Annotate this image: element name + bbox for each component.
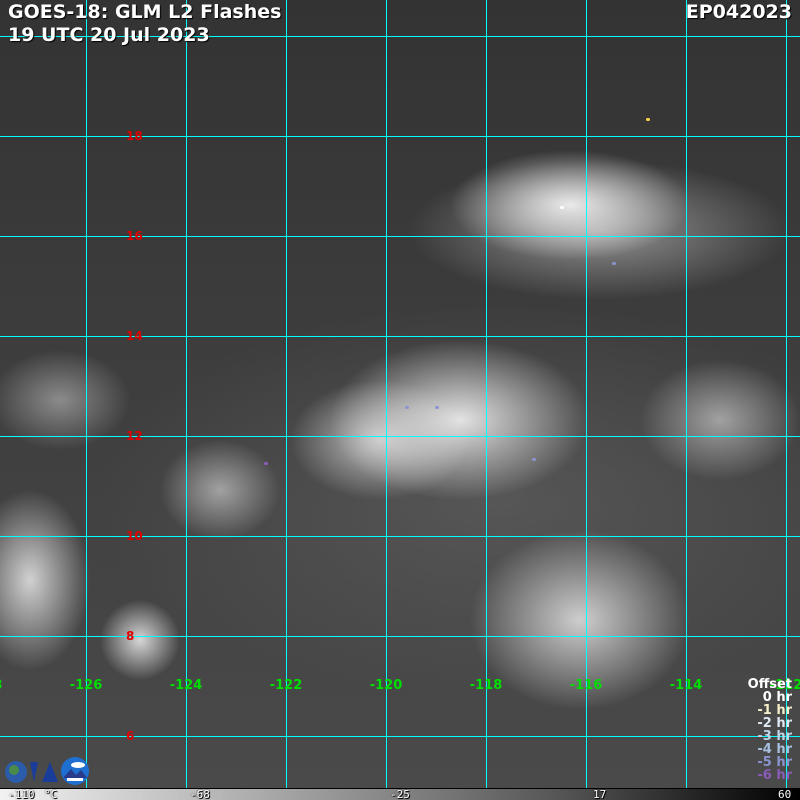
cira-logo (5, 761, 58, 783)
temperature-colorbar: -110 °C -68 -25 17 60 (0, 788, 800, 800)
flash-marker (405, 406, 409, 409)
longitude-label: -120 (369, 678, 403, 693)
flash-marker (612, 262, 616, 265)
longitude-label: -128 (0, 678, 2, 693)
colorbar-tick: 17 (593, 788, 607, 800)
longitude-label: -116 (569, 678, 603, 693)
product-title: GOES-18: GLM L2 Flashes (8, 1, 282, 23)
flash-marker (560, 206, 564, 209)
longitude-label: -118 (469, 678, 503, 693)
latitude-line (0, 736, 800, 737)
longitude-line (86, 0, 87, 788)
latitude-label: 14 (126, 329, 143, 343)
latitude-label: 8 (126, 629, 135, 643)
colorbar-tick: 60 (778, 788, 792, 800)
rammb-logo (61, 757, 89, 785)
longitude-label: -126 (69, 678, 103, 693)
latitude-label: 12 (126, 429, 143, 443)
latitude-label: 6 (126, 729, 135, 743)
flash-marker (532, 458, 536, 461)
longitude-label: -124 (169, 678, 203, 693)
colorbar-unit: °C (44, 788, 58, 800)
latitude-line (0, 536, 800, 537)
latitude-line (0, 136, 800, 137)
date-time: 19 UTC 20 Jul 2023 (8, 24, 210, 46)
legend-item: -6 hr (757, 768, 792, 783)
latitude-label: 16 (126, 229, 143, 243)
latitude-label: 10 (126, 529, 143, 543)
logos (4, 756, 90, 786)
longitude-line (186, 0, 187, 788)
latitude-line (0, 436, 800, 437)
longitude-line (786, 0, 787, 788)
colorbar-tick: -68 (190, 788, 210, 800)
longitude-line (486, 0, 487, 788)
latitude-line (0, 336, 800, 337)
storm-id: EP042023 (685, 1, 792, 23)
flash-marker (435, 406, 439, 409)
offset-legend: Offset 0 hr -1 hr -2 hr -3 hr -4 hr -5 hr -6 h… (748, 678, 792, 782)
longitude-label: -114 (669, 678, 703, 693)
longitude-line (586, 0, 587, 788)
longitude-line (386, 0, 387, 788)
flash-marker (646, 118, 650, 121)
flash-marker (264, 462, 268, 465)
satellite-map: 18 16 14 12 10 8 6 -128 -126 -124 -122 -120 -118 -116… (0, 0, 800, 800)
colorbar-tick: -110 (8, 788, 35, 800)
infrared-imagery (0, 0, 800, 788)
colorbar-tick: -25 (390, 788, 410, 800)
latitude-line (0, 636, 800, 637)
longitude-line (686, 0, 687, 788)
latitude-line (0, 236, 800, 237)
longitude-line (286, 0, 287, 788)
latitude-label: 18 (126, 129, 143, 143)
longitude-label: -122 (269, 678, 303, 693)
